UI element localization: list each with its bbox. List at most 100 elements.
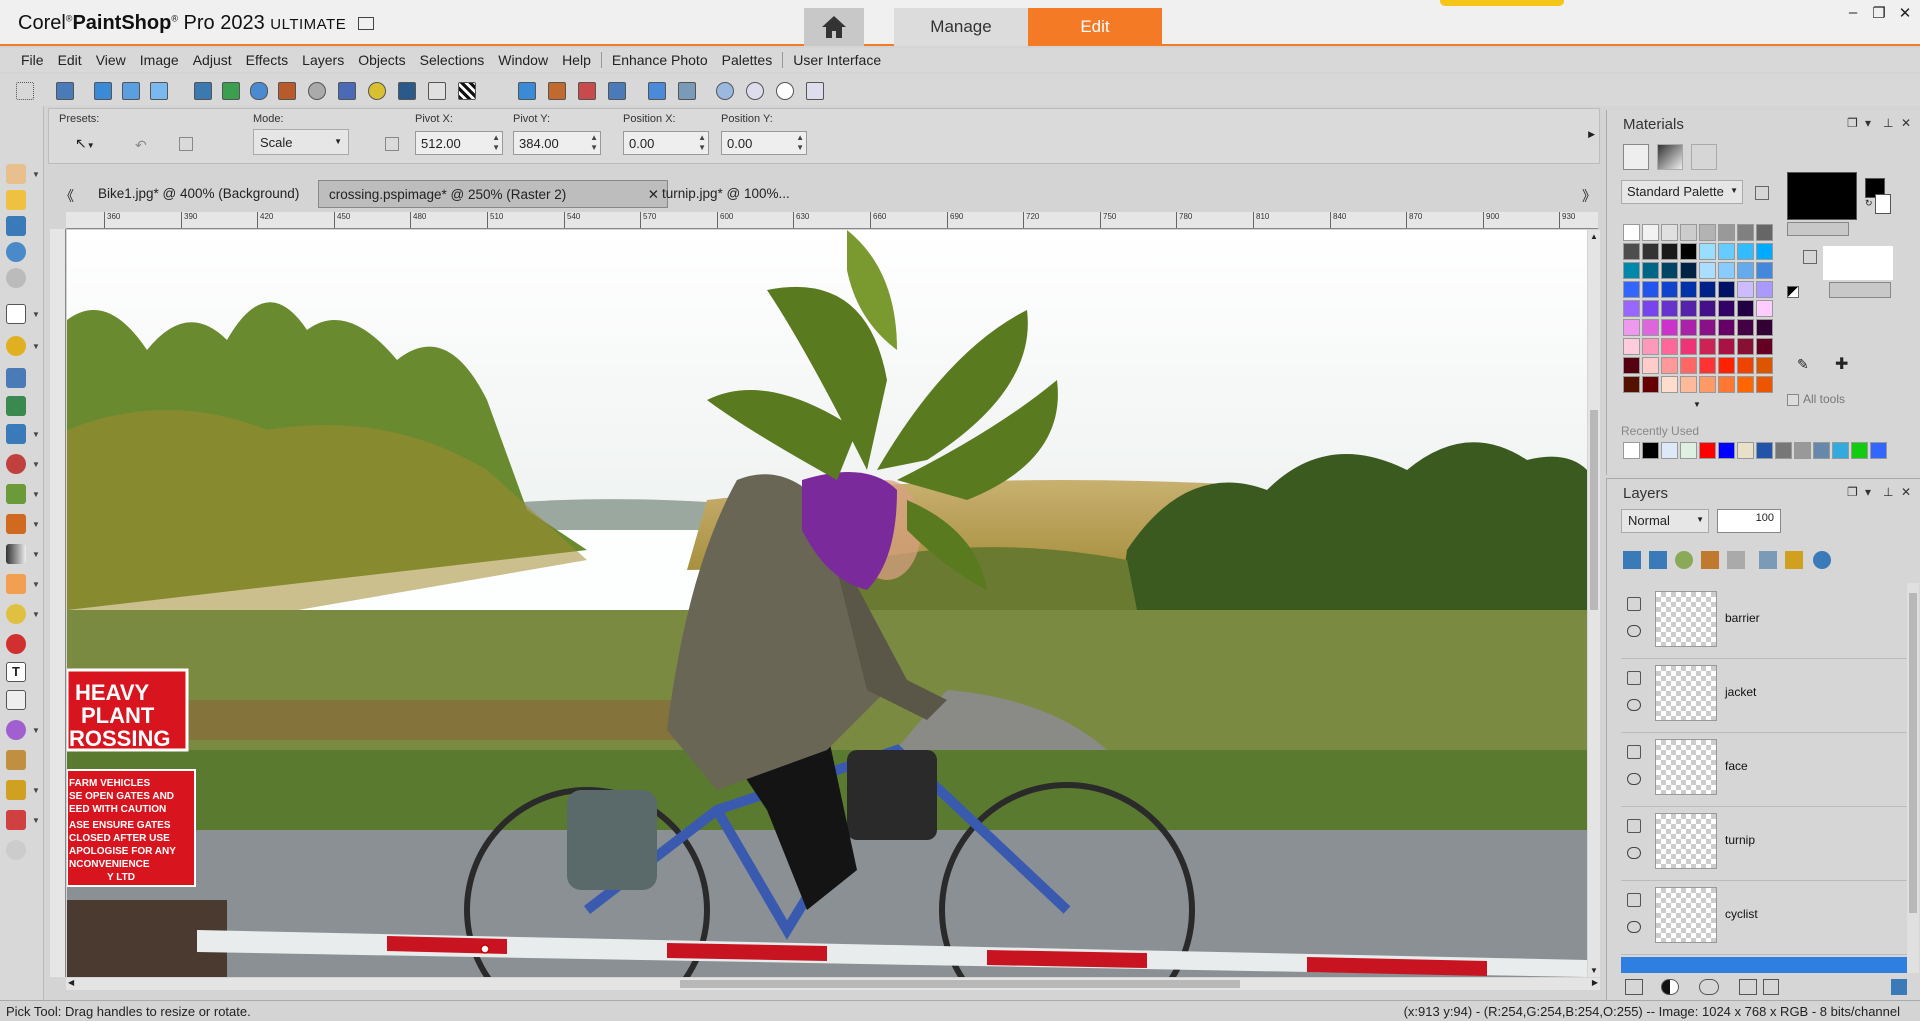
recent-color-swatch[interactable]	[1718, 442, 1735, 459]
palette-swatch[interactable]	[1642, 300, 1659, 317]
layers-scroll-thumb[interactable]	[1909, 593, 1917, 913]
grid-toggle-icon[interactable]	[518, 82, 536, 100]
palette-swatch[interactable]	[1661, 300, 1678, 317]
panel-menu-icon[interactable]: ▾	[1865, 116, 1871, 130]
window-cascade-icon[interactable]	[122, 82, 140, 100]
eye-icon[interactable]	[1627, 625, 1641, 637]
layer-row[interactable]: barrier	[1621, 585, 1907, 659]
palette-swatch[interactable]	[1680, 338, 1697, 355]
palette-swatch[interactable]	[1623, 376, 1640, 393]
red-eye-tool-icon[interactable]	[6, 454, 26, 474]
script-icon[interactable]	[398, 82, 416, 100]
position-y-input[interactable]: 0.00 ▲ ▼	[721, 131, 807, 155]
bg-style-icons[interactable]	[1829, 282, 1891, 298]
layer-link-icon[interactable]	[1627, 819, 1641, 833]
menu-palettes[interactable]: Palettes	[715, 52, 780, 68]
image-palette-icon[interactable]	[222, 82, 240, 100]
window-tile-icon[interactable]	[150, 82, 168, 100]
palette-swatch[interactable]	[1718, 300, 1735, 317]
layer-thumbnail[interactable]	[1655, 813, 1717, 869]
tabs-next-button[interactable]: 》	[1572, 180, 1606, 208]
horizontal-scrollbar[interactable]: ◀ ▶	[66, 978, 1600, 990]
palette-swatch[interactable]	[1737, 243, 1754, 260]
palette-swatch[interactable]	[1718, 376, 1735, 393]
spin-arrows-icon[interactable]: ▲ ▼	[492, 133, 500, 153]
fg-style-icons[interactable]	[1787, 222, 1849, 236]
histogram-icon[interactable]	[278, 82, 296, 100]
mask-icon[interactable]	[1699, 979, 1719, 995]
panel-pin-icon[interactable]: ⊥	[1883, 485, 1893, 499]
layer-link-icon[interactable]	[1627, 893, 1641, 907]
chevron-down-icon[interactable]: ▼	[32, 170, 40, 179]
pick-tool-icon[interactable]	[6, 304, 26, 324]
minimize-button[interactable]: –	[1842, 4, 1864, 24]
position-x-input[interactable]: 0.00 ▲ ▼	[623, 131, 709, 155]
palette-swatch[interactable]	[1642, 319, 1659, 336]
recent-color-swatch[interactable]	[1699, 442, 1716, 459]
image-canvas[interactable]: HEAVY PLANT ROSSING FARM VEHICLES SE OPE…	[67, 230, 1587, 977]
recent-color-swatch[interactable]	[1623, 442, 1640, 459]
palette-swatch[interactable]	[1756, 319, 1773, 336]
palette-swatch[interactable]	[1737, 300, 1754, 317]
doc-tab-turnip[interactable]	[652, 180, 672, 208]
clone-tool-icon[interactable]	[6, 484, 26, 504]
warp-tool-icon[interactable]	[6, 690, 26, 710]
eye-icon[interactable]	[1627, 699, 1641, 711]
link-layers-icon[interactable]	[1759, 551, 1777, 569]
panel-close-icon[interactable]: ✕	[1901, 116, 1911, 130]
pick-handle[interactable]	[480, 944, 490, 954]
menu-enhance-photo[interactable]: Enhance Photo	[605, 52, 715, 68]
palette-swatch[interactable]	[1642, 338, 1659, 355]
manage-tab[interactable]: Manage	[894, 8, 1028, 46]
recent-color-swatch[interactable]	[1832, 442, 1849, 459]
vertical-scroll-thumb[interactable]	[1590, 410, 1598, 610]
frame-tab-icon[interactable]	[1691, 144, 1717, 170]
layer-link-icon[interactable]	[1627, 745, 1641, 759]
palette-swatch[interactable]	[1699, 357, 1716, 374]
palette-swatch[interactable]	[1718, 357, 1735, 374]
new-layer-icon[interactable]	[1625, 979, 1643, 995]
palette-swatch[interactable]	[1661, 243, 1678, 260]
add-swatch-icon[interactable]: ✚	[1835, 354, 1848, 374]
lasso-tool-icon[interactable]	[6, 336, 26, 356]
recent-color-swatch[interactable]	[1794, 442, 1811, 459]
save-preset-icon[interactable]	[179, 137, 193, 151]
record-script-icon[interactable]	[578, 82, 596, 100]
palette-swatch[interactable]	[1642, 243, 1659, 260]
pivot-x-input[interactable]: 512.00 ▲ ▼	[415, 131, 503, 155]
layer-row[interactable]: turnip	[1621, 807, 1907, 881]
layers-vscroll[interactable]	[1907, 583, 1919, 973]
recent-color-swatch[interactable]	[1737, 442, 1754, 459]
recent-color-swatch[interactable]	[1775, 442, 1792, 459]
dropper-icon[interactable]: ✎	[1797, 356, 1809, 373]
layer-thumbnail[interactable]	[1655, 665, 1717, 721]
overview-icon[interactable]	[308, 82, 326, 100]
palette-swatch[interactable]	[1699, 243, 1716, 260]
palette-swatch[interactable]	[1623, 338, 1640, 355]
panel-menu-icon[interactable]: ▾	[1865, 485, 1871, 499]
eye-icon[interactable]	[1627, 847, 1641, 859]
palette-select[interactable]: Standard Palette ▼	[1621, 180, 1743, 204]
home-tab-button[interactable]	[804, 8, 864, 46]
layer-row[interactable]: face	[1621, 733, 1907, 807]
recent-color-swatch[interactable]	[1680, 442, 1697, 459]
layer-thumbnail[interactable]	[1655, 887, 1717, 943]
straighten-tool-icon[interactable]	[6, 424, 26, 444]
palette-swatch[interactable]	[1737, 224, 1754, 241]
palette-swatch[interactable]	[1737, 262, 1754, 279]
edit-script-icon[interactable]	[648, 82, 666, 100]
face-icon[interactable]	[746, 82, 764, 100]
spin-arrows-icon[interactable]: ▲ ▼	[590, 133, 598, 153]
chevron-down-icon[interactable]: ▼	[32, 610, 40, 619]
chevron-down-icon[interactable]: ▼	[32, 550, 40, 559]
palette-swatch[interactable]	[1756, 376, 1773, 393]
reset-icon[interactable]: ↶	[135, 137, 147, 154]
chevron-down-icon[interactable]: ▼	[32, 726, 40, 735]
palette-swatch[interactable]	[1623, 262, 1640, 279]
menu-file[interactable]: File	[14, 52, 51, 68]
palette-swatch[interactable]	[1661, 224, 1678, 241]
scroll-up-icon[interactable]: ▲	[1590, 232, 1598, 241]
panel-pin-icon[interactable]: ⊥	[1883, 116, 1893, 130]
palette-swatch[interactable]	[1680, 357, 1697, 374]
palette-swatch[interactable]	[1699, 281, 1716, 298]
